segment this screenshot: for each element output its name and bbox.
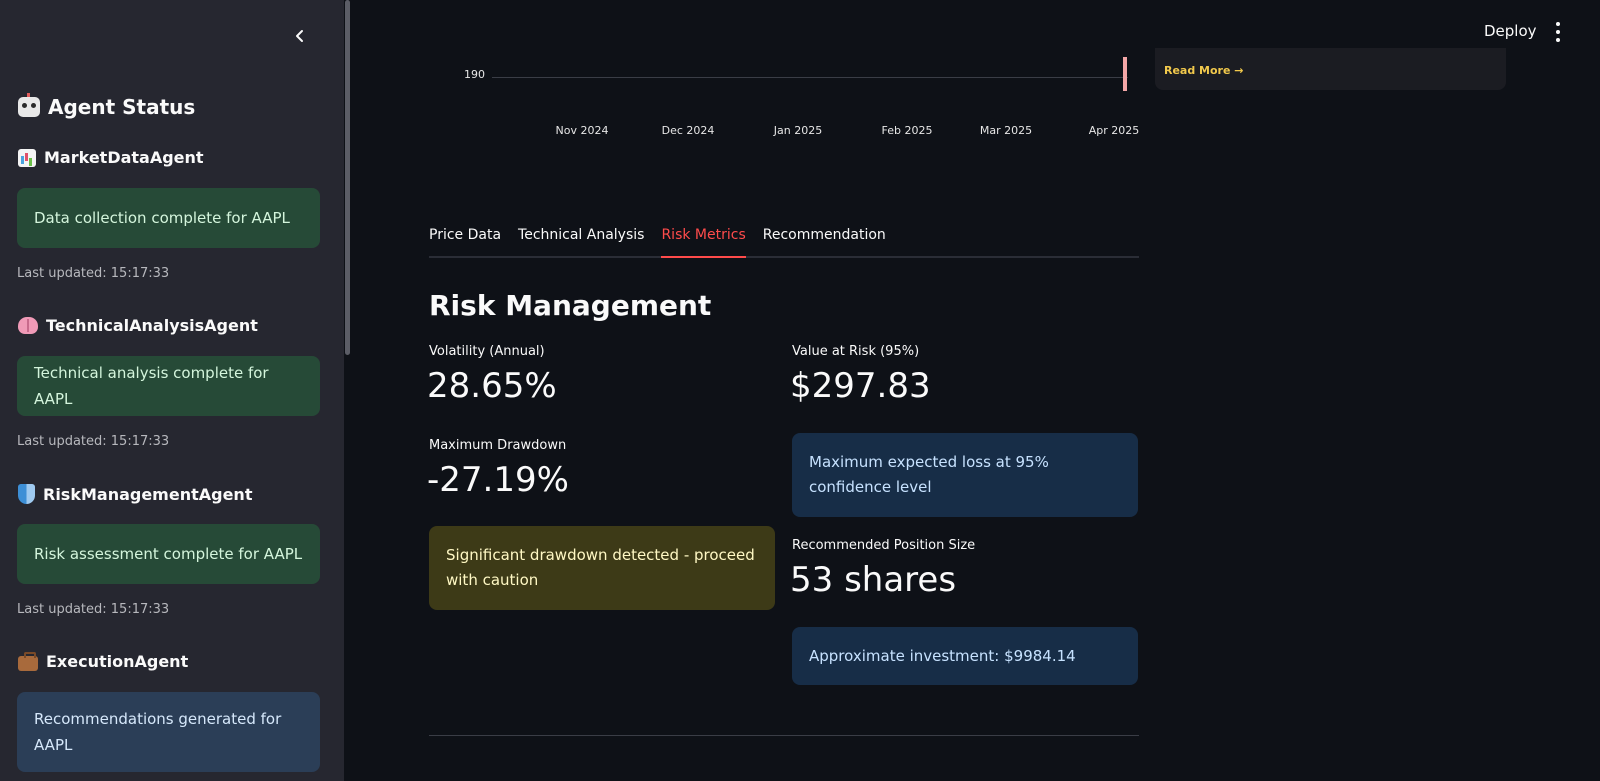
chart-gridline xyxy=(492,77,1128,78)
agent-heading-market-data: MarketDataAgent xyxy=(18,148,204,167)
shield-icon xyxy=(18,484,35,504)
x-tick-label: Feb 2025 xyxy=(881,124,933,137)
volatility-label: Volatility (Annual) xyxy=(429,344,545,359)
max-drawdown-label: Maximum Drawdown xyxy=(429,438,567,453)
var-label: Value at Risk (95%) xyxy=(792,344,920,359)
var-value: $297.83 xyxy=(790,366,931,406)
collapse-sidebar-button[interactable] xyxy=(288,24,312,48)
agent-status-message: Recommendations generated for AAPL xyxy=(34,710,282,754)
chart-candle xyxy=(1123,57,1127,91)
agent-last-updated: Last updated: 15:17:33 xyxy=(17,266,170,281)
tab-bar: Price Data Technical Analysis Risk Metri… xyxy=(429,226,1139,258)
agent-heading-execution: ExecutionAgent xyxy=(18,651,189,671)
sidebar-scrollbar-thumb[interactable] xyxy=(345,0,350,355)
bar-chart-icon xyxy=(18,148,36,167)
agent-status-box: Data collection complete for AAPL xyxy=(17,188,320,248)
agent-name: MarketDataAgent xyxy=(44,148,204,167)
position-size-value: 53 shares xyxy=(790,560,957,600)
tab-price-data[interactable]: Price Data xyxy=(429,226,501,258)
brain-icon xyxy=(18,317,38,334)
x-tick-label: Mar 2025 xyxy=(979,124,1033,137)
robot-icon xyxy=(18,93,40,117)
sidebar-scrollbar[interactable] xyxy=(344,0,351,781)
section-divider xyxy=(429,735,1139,736)
agent-status-message: Data collection complete for AAPL xyxy=(34,209,290,227)
read-more-link[interactable]: Read More → xyxy=(1164,64,1244,77)
tab-risk-metrics[interactable]: Risk Metrics xyxy=(661,226,746,258)
x-tick-label: Nov 2024 xyxy=(555,124,609,137)
sidebar-title: Agent Status xyxy=(18,93,196,119)
agent-name: ExecutionAgent xyxy=(46,652,189,671)
price-chart[interactable]: 190 Nov 2024 Dec 2024 Jan 2025 Feb 2025 … xyxy=(455,48,1155,148)
agent-status-box: Technical analysis complete for AAPL xyxy=(17,356,320,416)
agent-last-updated: Last updated: 15:17:33 xyxy=(17,602,170,617)
agent-heading-risk-management: RiskManagementAgent xyxy=(18,484,252,504)
briefcase-icon xyxy=(18,651,38,671)
chevron-left-icon xyxy=(296,30,303,42)
x-tick-label: Jan 2025 xyxy=(773,124,823,137)
var-info-alert: Maximum expected loss at 95% confidence … xyxy=(792,433,1138,517)
alert-text: Maximum expected loss at 95% confidence … xyxy=(809,453,1049,496)
agent-status-box: Recommendations generated for AAPL xyxy=(17,692,320,772)
agent-status-message: Risk assessment complete for AAPL xyxy=(34,545,303,563)
section-title: Risk Management xyxy=(429,289,712,322)
tab-technical-analysis[interactable]: Technical Analysis xyxy=(518,226,644,258)
position-size-label: Recommended Position Size xyxy=(792,538,976,553)
sidebar: Agent Status MarketDataAgent Data collec… xyxy=(0,0,344,781)
main-menu-button[interactable] xyxy=(1552,22,1564,42)
agent-status-message: Technical analysis complete for AAPL xyxy=(34,364,269,408)
tab-recommendation[interactable]: Recommendation xyxy=(763,226,886,258)
agent-last-updated: Last updated: 15:17:33 xyxy=(17,434,170,449)
investment-info-alert: Approximate investment: $9984.14 xyxy=(792,627,1138,685)
sidebar-title-text: Agent Status xyxy=(48,95,196,119)
alert-text: Approximate investment: $9984.14 xyxy=(809,646,1076,665)
x-tick-label: Dec 2024 xyxy=(661,124,715,137)
agent-name: TechnicalAnalysisAgent xyxy=(46,316,258,335)
deploy-button[interactable]: Deploy xyxy=(1474,20,1547,42)
x-tick-label: Apr 2025 xyxy=(1088,124,1140,137)
alert-text: Significant drawdown detected - proceed … xyxy=(446,546,755,589)
drawdown-warning-alert: Significant drawdown detected - proceed … xyxy=(429,526,775,610)
news-card: Read More → xyxy=(1155,48,1506,90)
y-tick-label: 190 xyxy=(464,68,485,81)
agent-status-box: Risk assessment complete for AAPL xyxy=(17,524,320,584)
max-drawdown-value: -27.19% xyxy=(427,460,569,500)
more-vertical-icon xyxy=(1556,22,1560,26)
agent-heading-technical-analysis: TechnicalAnalysisAgent xyxy=(18,316,258,335)
agent-name: RiskManagementAgent xyxy=(43,484,253,504)
volatility-value: 28.65% xyxy=(427,366,557,406)
